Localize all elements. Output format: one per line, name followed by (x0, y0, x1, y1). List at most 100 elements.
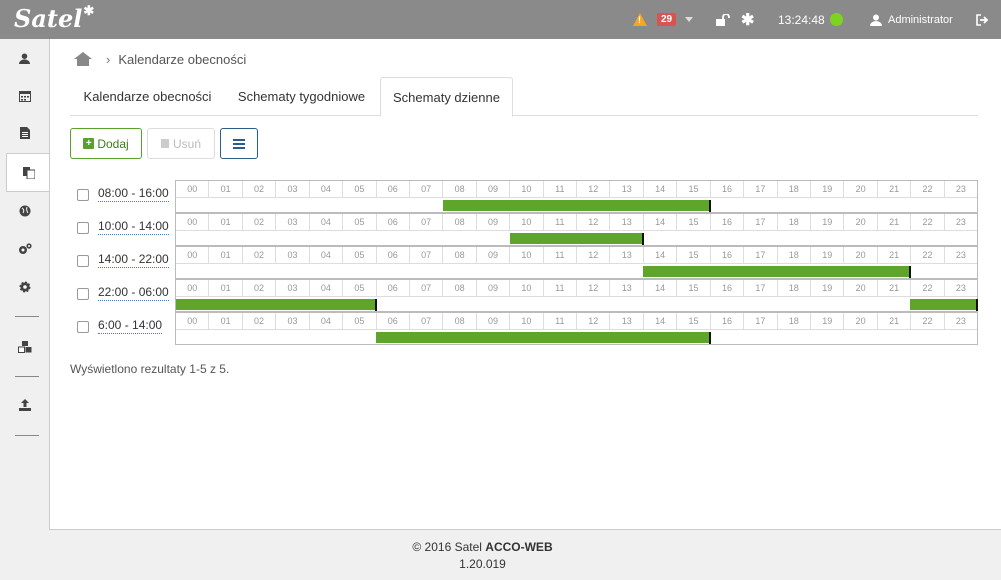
user-icon[interactable] (870, 0, 882, 39)
hour-label: 09 (477, 247, 511, 263)
sidebar-upload[interactable] (0, 386, 49, 424)
tab-presence-calendars[interactable]: Kalendarze obecności (70, 77, 225, 116)
hour-label: 18 (778, 280, 812, 296)
hour-label: 16 (711, 313, 745, 329)
hour-label: 13 (610, 280, 644, 296)
hour-label: 15 (677, 181, 711, 197)
hour-label: 00 (176, 214, 210, 230)
sidebar-settings[interactable] (0, 268, 49, 306)
sidebar-calendar[interactable] (0, 77, 49, 115)
hour-label: 23 (955, 217, 966, 227)
hour-label: 17 (744, 280, 778, 296)
hour-label: 20 (844, 313, 878, 329)
hour-label: 06 (377, 280, 410, 296)
hour-label: 03 (276, 280, 310, 296)
satel-logo[interactable]: Satel✱ (14, 4, 95, 33)
sidebar-separator (15, 376, 39, 377)
logout-icon[interactable] (976, 0, 989, 39)
sidebar-network[interactable] (0, 192, 49, 230)
hour-label: 23 (955, 184, 966, 194)
tab-weekly-schemes[interactable]: Schematy tygodniowe (226, 77, 377, 116)
hour-label: 21 (878, 214, 912, 230)
hour-label: 05 (343, 247, 377, 263)
add-button[interactable]: + Dodaj (70, 128, 142, 159)
hour-label: 15 (677, 214, 711, 230)
hour-label: 09 (477, 181, 511, 197)
breadcrumb: › Kalendarze obecności (74, 49, 246, 69)
hour-label: 05 (343, 214, 377, 230)
list-icon (233, 138, 245, 149)
hour-label: 10 (510, 280, 544, 296)
sidebar-settings-advanced[interactable] (0, 230, 49, 268)
hour-label: 04 (310, 181, 344, 197)
hour-label: 03 (276, 313, 310, 329)
row-checkbox[interactable] (77, 222, 89, 234)
hour-label: 21 (878, 313, 912, 329)
list-view-button[interactable] (220, 128, 258, 159)
hour-label: 10 (510, 313, 544, 329)
hour-label: 22 (911, 214, 945, 230)
top-bar: Satel✱ 29 ✱ 13:24:48 Administrator (0, 0, 1001, 39)
hour-label: 19 (811, 214, 845, 230)
active-time-bar (509, 233, 644, 245)
upload-icon (18, 399, 31, 411)
plus-icon: + (83, 138, 95, 149)
schedule-label[interactable]: 08:00 - 16:00 (98, 186, 169, 202)
hour-label: 09 (477, 280, 511, 296)
sidebar-modules[interactable] (0, 328, 49, 366)
hour-label: 16 (711, 280, 745, 296)
hour-label: 11 (544, 313, 578, 329)
row-checkbox[interactable] (77, 288, 89, 300)
timeline-grid: 00 01 02 03 04 05 06 07 08 09 10 11 12 13 14 15 16 17 18 19… (175, 279, 978, 312)
schedule-label[interactable]: 14:00 - 22:00 (98, 252, 169, 268)
unlock-icon[interactable] (716, 0, 730, 39)
row-checkbox[interactable] (77, 255, 89, 267)
schedule-label[interactable]: 6:00 - 14:00 (98, 318, 163, 334)
user-name[interactable]: Administrator (888, 0, 953, 39)
sidebar-users[interactable] (0, 39, 49, 77)
result-summary: Wyświetlono rezultaty 1-5 z 5. (70, 362, 230, 376)
schedule-label[interactable]: 22:00 - 06:00 (98, 285, 169, 301)
hour-label: 20 (844, 280, 878, 296)
hour-label: 22 (911, 280, 945, 296)
hour-label: 10 (510, 247, 544, 263)
globe-icon (19, 205, 30, 217)
alarm-count-badge[interactable]: 29 (657, 0, 677, 39)
tab-daily-schemes[interactable]: Schematy dzienne (380, 77, 513, 117)
alarm-dropdown-caret-icon[interactable] (685, 0, 693, 39)
hour-label: 07 (410, 181, 444, 197)
active-time-bar (643, 266, 912, 278)
hour-label: 14 (644, 280, 678, 296)
hour-label: 04 (310, 214, 344, 230)
sidebar-documents[interactable] (0, 114, 49, 152)
hour-label: 13 (610, 181, 644, 197)
hour-scale: 00 01 02 03 04 05 06 07 08 09 10 11 12 13 14 15 16 17 18 19… (176, 181, 977, 198)
hour-label: 03 (276, 181, 310, 197)
hour-label: 20 (844, 214, 878, 230)
hour-label: 16 (711, 247, 745, 263)
hour-label: 11 (544, 280, 578, 296)
hour-label: 23 (955, 283, 966, 293)
warning-icon[interactable] (633, 0, 647, 39)
hour-label: 12 (577, 247, 611, 263)
asterisk-icon[interactable]: ✱ (741, 0, 754, 39)
logo-mark: ✱ (83, 4, 95, 19)
sidebar-schedules[interactable] (6, 153, 50, 192)
delete-button[interactable]: Usuń (147, 128, 215, 159)
main-panel: › Kalendarze obecności Kalendarze obecno… (49, 39, 1001, 530)
hour-label: 05 (343, 280, 377, 296)
hour-label: 01 (209, 247, 243, 263)
schedule-row: 10:00 - 14:00 00 01 02 03 04 05 06 07 08 09 10 11 12 1… (70, 213, 978, 246)
hour-label: 14 (644, 247, 678, 263)
breadcrumb-current: Kalendarze obecności (118, 51, 247, 67)
hour-label: 18 (778, 247, 812, 263)
active-time-bar (176, 299, 378, 311)
row-checkbox[interactable] (77, 321, 89, 333)
home-icon[interactable] (74, 52, 92, 66)
hour-label: 18 (778, 181, 812, 197)
row-checkbox[interactable] (77, 189, 89, 201)
hour-scale: 00 01 02 03 04 05 06 07 08 09 10 11 12 13 14 15 16 17 18 19… (176, 280, 977, 297)
schedule-label[interactable]: 10:00 - 14:00 (98, 219, 169, 235)
hour-label: 08 (443, 214, 477, 230)
hour-label: 01 (209, 313, 243, 329)
